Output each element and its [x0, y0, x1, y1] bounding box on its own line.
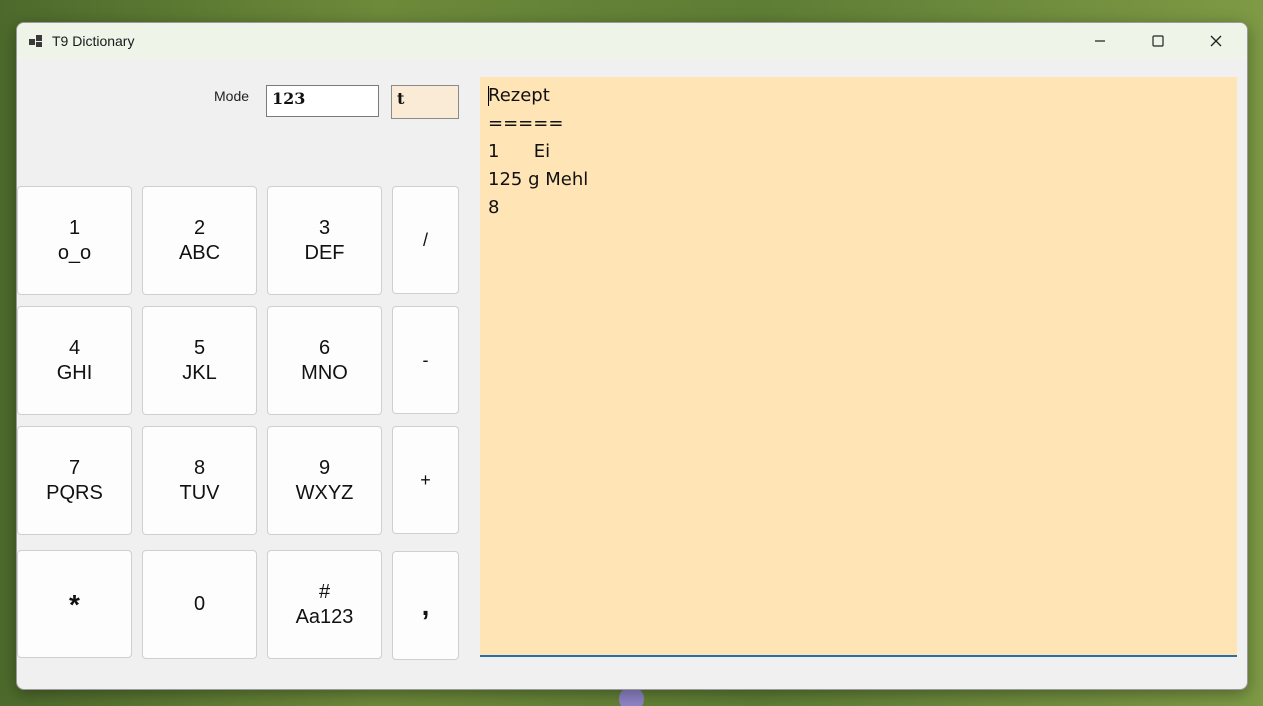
- key-digit: 2: [193, 216, 206, 239]
- key-digit: 6: [318, 336, 331, 359]
- key-symbol: +: [420, 469, 431, 490]
- key-symbol: ,: [421, 590, 430, 621]
- key-digit: 5: [193, 336, 206, 359]
- key-letters: o_o: [57, 241, 92, 264]
- text-editor[interactable]: Rezept ===== 1 Ei 125 g Mehl 8: [480, 77, 1237, 657]
- key-3[interactable]: 3 DEF: [267, 186, 382, 295]
- key-0[interactable]: 0: [142, 550, 257, 659]
- key-letters: DEF: [304, 241, 345, 264]
- key-7[interactable]: 7 PQRS: [17, 426, 132, 535]
- key-digit: #: [318, 580, 331, 603]
- editor-line: =====: [488, 113, 564, 134]
- key-2[interactable]: 2 ABC: [142, 186, 257, 295]
- key-plus[interactable]: +: [392, 426, 459, 534]
- key-minus[interactable]: -: [392, 306, 459, 414]
- maximize-icon: [1152, 32, 1164, 51]
- key-letters: WXYZ: [295, 481, 354, 504]
- key-letters: JKL: [182, 361, 217, 384]
- key-letters: Aa123: [295, 605, 354, 628]
- text-caret: [488, 86, 489, 106]
- editor-line: 8: [488, 197, 500, 218]
- key-slash[interactable]: /: [392, 186, 459, 294]
- key-4[interactable]: 4 GHI: [17, 306, 132, 415]
- maximize-button[interactable]: [1129, 23, 1187, 59]
- key-6[interactable]: 6 MNO: [267, 306, 382, 415]
- key-symbol: *: [69, 588, 80, 620]
- key-letters: TUV: [179, 481, 220, 504]
- key-digit: 8: [193, 456, 206, 479]
- key-letters: MNO: [301, 361, 348, 384]
- key-9[interactable]: 9 WXYZ: [267, 426, 382, 535]
- key-1[interactable]: 1 o_o: [17, 186, 132, 295]
- title-bar[interactable]: T9 Dictionary: [17, 23, 1247, 59]
- key-symbol: -: [422, 349, 429, 370]
- key-letters: GHI: [56, 361, 93, 384]
- key-digit: 9: [318, 456, 331, 479]
- editor-line: 1 Ei: [488, 141, 551, 162]
- minimize-icon: [1094, 32, 1106, 51]
- key-digit: 3: [318, 216, 331, 239]
- current-char-field[interactable]: t: [391, 85, 459, 119]
- key-digit: 1: [68, 216, 81, 239]
- key-letters: ABC: [178, 241, 221, 264]
- editor-line: 125 g Mehl: [488, 169, 589, 190]
- minimize-button[interactable]: [1071, 23, 1129, 59]
- app-window: T9 Dictionary Mode 123 t 1 o_o 2 ABC 3 D…: [16, 22, 1248, 690]
- key-comma[interactable]: ,: [392, 551, 459, 660]
- close-icon: [1210, 32, 1222, 51]
- close-button[interactable]: [1187, 23, 1245, 59]
- key-5[interactable]: 5 JKL: [142, 306, 257, 415]
- editor-line: Rezept: [488, 85, 550, 106]
- key-symbol: /: [422, 229, 428, 250]
- key-letters: PQRS: [46, 481, 103, 504]
- key-digit: 4: [68, 336, 81, 359]
- mode-label: Mode: [214, 88, 250, 104]
- key-digit: 7: [68, 456, 81, 479]
- key-8[interactable]: 8 TUV: [142, 426, 257, 535]
- mode-field[interactable]: 123: [266, 85, 379, 117]
- key-star[interactable]: *: [17, 550, 132, 658]
- key-digit: 0: [193, 593, 206, 615]
- app-icon: [28, 33, 44, 49]
- key-hash[interactable]: # Aa123: [267, 550, 382, 659]
- window-title: T9 Dictionary: [52, 33, 135, 49]
